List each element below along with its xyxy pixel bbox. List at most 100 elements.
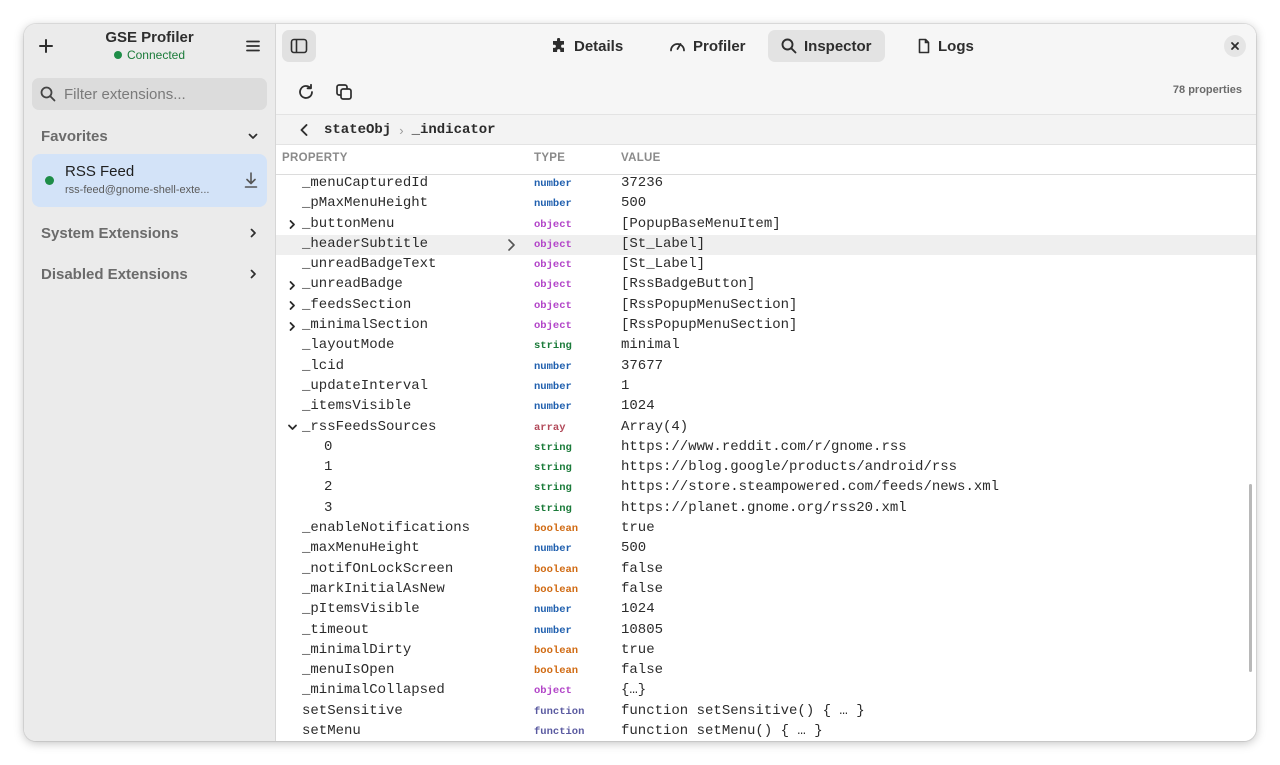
add-button[interactable]	[30, 30, 62, 62]
property-value: 10805	[621, 621, 664, 638]
table-row[interactable]: setMenu function function setMenu() { … }	[276, 722, 1256, 741]
favorites-label: Favorites	[41, 127, 108, 145]
drill-in-chevron-icon[interactable]	[506, 238, 516, 257]
sidebar-toggle-icon	[290, 38, 308, 54]
property-value: Array(4)	[621, 418, 689, 435]
property-type: number	[534, 178, 572, 190]
chevron-down-icon[interactable]	[286, 421, 298, 435]
refresh-icon	[299, 83, 313, 99]
property-name: _layoutMode	[302, 337, 395, 354]
table-row[interactable]: _minimalCollapsed object {…}	[276, 681, 1256, 701]
table-row[interactable]: _menuCapturedId number 37236	[276, 174, 1256, 194]
status-dot-icon	[113, 51, 122, 59]
table-row[interactable]: _menuIsOpen boolean false	[276, 661, 1256, 681]
tab-logs-label: Logs	[938, 37, 974, 55]
table-row[interactable]: _layoutMode string minimal	[276, 336, 1256, 356]
property-value: false	[621, 662, 664, 679]
property-name: 1	[324, 459, 333, 476]
property-name: _pMaxMenuHeight	[302, 195, 429, 212]
tab-details[interactable]: Details	[538, 30, 636, 62]
property-type: number	[534, 624, 572, 637]
column-header-type[interactable]: TYPE	[534, 152, 565, 164]
back-button[interactable]	[298, 123, 310, 137]
system-extensions-toggle[interactable]: System Extensions	[32, 218, 267, 248]
property-name: _buttonMenu	[302, 215, 395, 232]
copy-button[interactable]	[332, 80, 356, 104]
sidebar-header: GSE Profiler Connected	[24, 24, 275, 70]
table-row[interactable]: setSensitive function function setSensitiv…	[276, 702, 1256, 722]
connection-status-label: Connected	[126, 48, 186, 62]
property-name: _markInitialAsNew	[302, 580, 445, 597]
property-name: setMenu	[302, 723, 361, 740]
tab-inspector[interactable]: Inspector	[768, 30, 885, 62]
scrollbar[interactable]	[1249, 484, 1252, 672]
table-row[interactable]: _pMaxMenuHeight number 500	[276, 194, 1256, 214]
inspector-toolbar: 78 properties	[276, 70, 1256, 114]
favorites-section-toggle[interactable]: Favorites	[32, 121, 267, 151]
download-icon[interactable]	[243, 171, 259, 189]
chevron-right-icon[interactable]	[286, 218, 298, 232]
table-row[interactable]: _markInitialAsNew boolean false	[276, 580, 1256, 600]
tab-profiler[interactable]: Profiler	[656, 30, 759, 62]
table-row[interactable]: _buttonMenu object [PopupBaseMenuItem]	[276, 215, 1256, 235]
main-menu-button[interactable]	[237, 30, 269, 62]
toggle-sidebar-button[interactable]	[282, 30, 316, 62]
property-name: _enableNotifications	[302, 520, 471, 537]
column-header-value[interactable]: VALUE	[621, 152, 661, 164]
property-name: _unreadBadge	[302, 276, 403, 293]
breadcrumb-parent[interactable]: stateObj	[324, 122, 391, 138]
chevron-right-icon[interactable]	[286, 319, 298, 333]
chevron-down-icon	[248, 133, 258, 139]
extension-uuid: rss-feed@gnome-shell-exte...	[65, 184, 210, 196]
extension-item-rss-feed[interactable]: RSS Feed rss-feed@gnome-shell-exte...	[32, 154, 267, 207]
table-row[interactable]: 3 string https://planet.gnome.org/rss20.xm…	[276, 499, 1256, 519]
extension-search-input[interactable]	[62, 84, 256, 104]
table-row[interactable]: _headerSubtitle object [St_Label]	[276, 234, 1256, 257]
table-row[interactable]: _minimalDirty boolean true	[276, 641, 1256, 661]
property-value: [RssBadgeButton]	[621, 276, 756, 293]
property-value: true	[621, 641, 655, 658]
table-row[interactable]: _minimalSection object [RssPopupMenuSectio…	[276, 316, 1256, 336]
property-name: _timeout	[302, 621, 370, 638]
table-row[interactable]: _enableNotifications boolean true	[276, 519, 1256, 539]
close-window-button[interactable]	[1224, 35, 1246, 57]
chevron-right-icon[interactable]	[286, 299, 298, 313]
disabled-extensions-toggle[interactable]: Disabled Extensions	[32, 259, 267, 289]
property-value: 37677	[621, 357, 664, 374]
tab-logs[interactable]: Logs	[904, 30, 987, 62]
refresh-button[interactable]	[294, 80, 318, 104]
plus-icon	[39, 39, 53, 53]
chevron-right-icon[interactable]	[286, 278, 298, 292]
chevron-left-icon	[300, 124, 308, 136]
table-row[interactable]: _lcid number 37677	[276, 357, 1256, 377]
table-row[interactable]: _maxMenuHeight number 500	[276, 539, 1256, 559]
property-value: [St_Label]	[621, 256, 706, 273]
table-row[interactable]: _rssFeedsSources array Array(4)	[276, 418, 1256, 438]
table-row[interactable]: _updateInterval number 1	[276, 377, 1256, 397]
table-row[interactable]: _unreadBadge object [RssBadgeButton]	[276, 275, 1256, 295]
table-row[interactable]: _unreadBadgeText object [St_Label]	[276, 255, 1256, 275]
table-row[interactable]: _notifOnLockScreen boolean false	[276, 560, 1256, 580]
table-row[interactable]: _itemsVisible number 1024	[276, 397, 1256, 417]
property-type: array	[534, 421, 566, 434]
table-row[interactable]: 1 string https://blog.google/products/andr…	[276, 458, 1256, 478]
extension-search[interactable]	[32, 78, 267, 110]
breadcrumb-current: _indicator	[411, 122, 496, 138]
property-value: 1024	[621, 398, 655, 415]
column-header-property[interactable]: PROPERTY	[282, 152, 348, 164]
property-name: _pItemsVisible	[302, 601, 420, 618]
extension-enabled-dot-icon	[45, 176, 54, 185]
table-row[interactable]: 2 string https://store.steampowered.com/fe…	[276, 478, 1256, 498]
property-name: _itemsVisible	[302, 398, 412, 415]
table-row[interactable]: _timeout number 10805	[276, 621, 1256, 641]
property-type: number	[534, 360, 572, 373]
property-name: _minimalDirty	[302, 641, 412, 658]
property-type: number	[534, 401, 572, 414]
table-row[interactable]: _pItemsVisible number 1024	[276, 600, 1256, 620]
table-row[interactable]: _feedsSection object [RssPopupMenuSection]	[276, 296, 1256, 316]
property-name: _lcid	[302, 357, 345, 374]
table-row[interactable]: 0 string https://www.reddit.com/r/gnome.rs…	[276, 438, 1256, 458]
app-window: GSE Profiler Connected Favorites RSS Fee…	[24, 24, 1256, 741]
property-name: setSensitive	[302, 702, 403, 719]
close-icon	[1231, 42, 1239, 50]
